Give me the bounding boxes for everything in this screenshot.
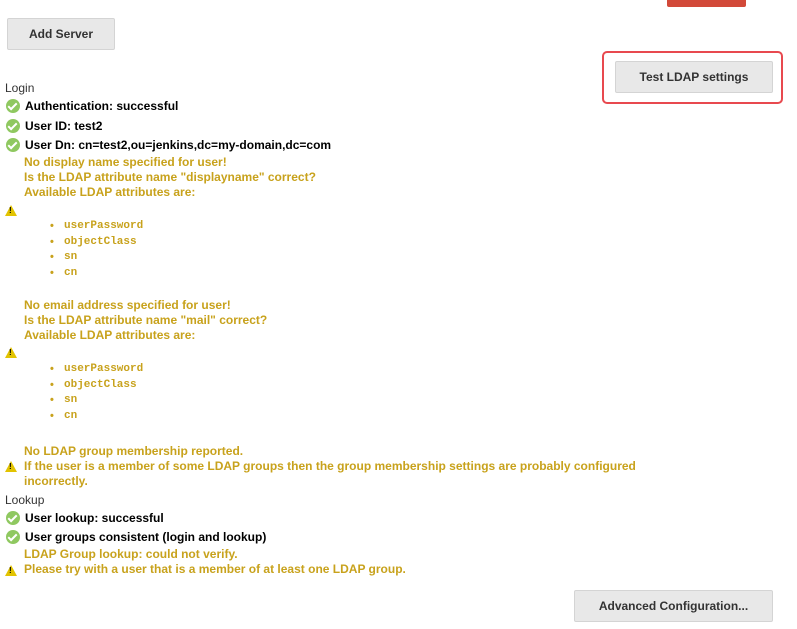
group-lookup-warning: LDAP Group lookup: could not verify. Ple… xyxy=(24,547,406,577)
warning-line: Is the LDAP attribute name "displayname"… xyxy=(24,170,316,184)
list-item: userPassword xyxy=(50,219,143,235)
add-server-button[interactable]: Add Server xyxy=(7,18,115,50)
list-item: sn xyxy=(50,393,143,409)
user-id-result: User ID: test2 xyxy=(6,119,102,133)
check-circle-icon xyxy=(6,99,20,113)
warning-line: If the user is a member of some LDAP gro… xyxy=(24,459,636,473)
warning-line: Available LDAP attributes are: xyxy=(24,185,196,199)
warning-line: No email address specified for user! xyxy=(24,298,231,312)
list-item: sn xyxy=(50,250,143,266)
email-warning: No email address specified for user! Is … xyxy=(24,298,267,343)
warning-line: LDAP Group lookup: could not verify. xyxy=(24,547,238,561)
warning-triangle-icon xyxy=(5,565,17,576)
login-section-title: Login xyxy=(5,81,35,95)
warning-line: Available LDAP attributes are: xyxy=(24,328,196,342)
user-lookup-result: User lookup: successful xyxy=(6,511,164,525)
groups-consistent-result: User groups consistent (login and lookup… xyxy=(6,530,266,544)
header-action-button-edge[interactable] xyxy=(667,0,746,7)
group-membership-warning: No LDAP group membership reported. If th… xyxy=(24,444,636,489)
list-item: objectClass xyxy=(50,235,143,251)
user-dn-result: User Dn: cn=test2,ou=jenkins,dc=my-domai… xyxy=(6,138,331,152)
advanced-configuration-button[interactable]: Advanced Configuration... xyxy=(574,590,773,622)
warning-line: Please try with a user that is a member … xyxy=(24,562,406,576)
list-item: objectClass xyxy=(50,378,143,394)
warning-triangle-icon xyxy=(5,347,17,358)
check-circle-icon xyxy=(6,138,20,152)
warning-line: No display name specified for user! xyxy=(24,155,227,169)
warning-triangle-icon xyxy=(5,205,17,216)
groups-consistent-text: User groups consistent (login and lookup… xyxy=(25,530,267,544)
display-name-attribute-list: userPassword objectClass sn cn xyxy=(50,219,143,282)
list-item: userPassword xyxy=(50,362,143,378)
list-item: cn xyxy=(50,266,143,282)
check-circle-icon xyxy=(6,511,20,525)
email-attribute-list: userPassword objectClass sn cn xyxy=(50,362,143,425)
list-item: cn xyxy=(50,409,143,425)
auth-result-text: Authentication: successful xyxy=(25,99,179,113)
test-ldap-settings-button[interactable]: Test LDAP settings xyxy=(615,61,773,93)
auth-result: Authentication: successful xyxy=(6,99,178,113)
user-dn-text: User Dn: cn=test2,ou=jenkins,dc=my-domai… xyxy=(25,138,332,152)
user-id-text: User ID: test2 xyxy=(25,119,103,133)
display-name-warning: No display name specified for user! Is t… xyxy=(24,155,316,200)
warning-line: incorrectly. xyxy=(24,474,88,488)
warning-line: Is the LDAP attribute name "mail" correc… xyxy=(24,313,268,327)
lookup-section-title: Lookup xyxy=(5,493,45,507)
check-circle-icon xyxy=(6,530,20,544)
check-circle-icon xyxy=(6,119,20,133)
user-lookup-text: User lookup: successful xyxy=(25,511,164,525)
warning-line: No LDAP group membership reported. xyxy=(24,444,244,458)
warning-triangle-icon xyxy=(5,461,17,472)
